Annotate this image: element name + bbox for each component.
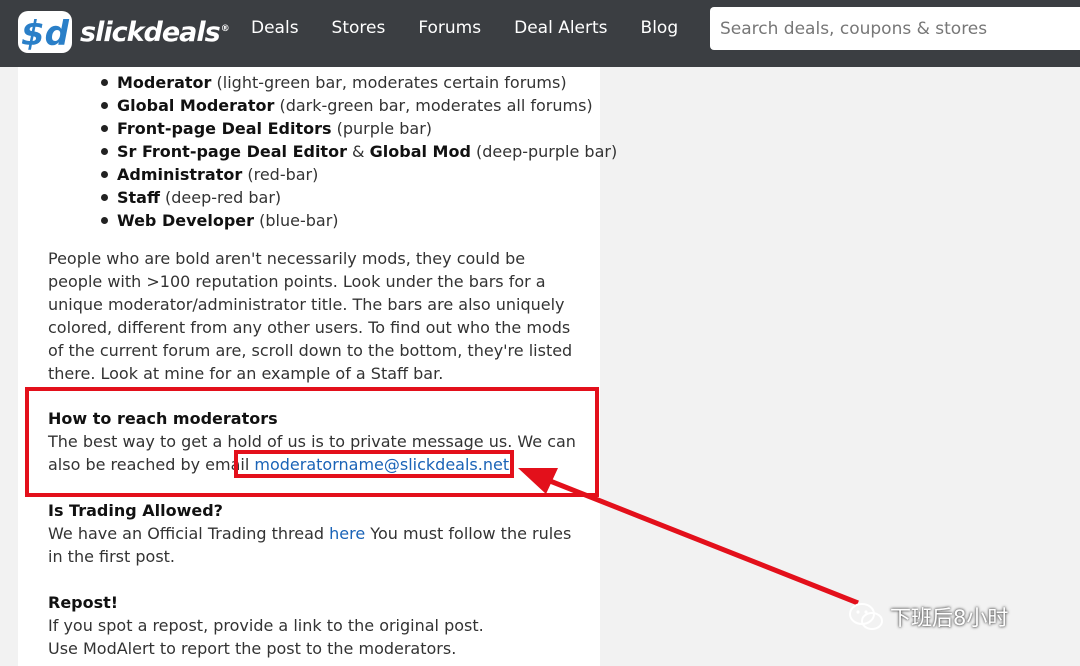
trading-thread-link[interactable]: here [329, 524, 365, 543]
role-item-web-developer: Web Developer (blue-bar) [100, 209, 617, 232]
repost-line-2: Use ModAlert to report the post to the m… [48, 639, 457, 658]
search-input[interactable]: Search deals, coupons & stores [710, 7, 1080, 50]
trading-text-before: We have an Official Trading thread [48, 524, 330, 543]
repost-section: Repost! If you spot a repost, provide a … [48, 591, 578, 660]
watermark: 下班后8小时 [848, 597, 1008, 637]
role-item-moderator: Moderator (light-green bar, moderates ce… [100, 71, 617, 94]
role-item-global-moderator: Global Moderator (dark-green bar, modera… [100, 94, 617, 117]
trading-title: Is Trading Allowed? [48, 501, 223, 520]
role-item-sr-editor: Sr Front-page Deal Editor & Global Mod (… [100, 140, 617, 163]
logo-mark-icon: $d [18, 11, 72, 54]
wechat-icon [849, 603, 883, 630]
repost-line-1: If you spot a repost, provide a link to … [48, 616, 484, 635]
role-item-staff: Staff (deep-red bar) [100, 186, 617, 209]
logo-text: slickdeals® [80, 16, 230, 48]
top-navigation-bar: $d slickdeals® Deals Stores Forums Deal … [0, 0, 1080, 67]
nav-deal-alerts[interactable]: Deal Alerts [514, 18, 607, 38]
repost-title: Repost! [48, 593, 119, 612]
main-nav: Deals Stores Forums Deal Alerts Blog [251, 0, 711, 56]
watermark-text: 下班后8小时 [890, 606, 1009, 630]
role-item-front-page-editors: Front-page Deal Editors (purple bar) [100, 117, 617, 140]
role-list: Moderator (light-green bar, moderates ce… [100, 71, 617, 232]
nav-stores[interactable]: Stores [332, 18, 386, 38]
logo-mark-text: $d [21, 14, 70, 54]
email-highlight-box [234, 450, 514, 478]
nav-forums[interactable]: Forums [418, 18, 481, 38]
nav-blog[interactable]: Blog [641, 18, 679, 38]
page-background: Moderator (light-green bar, moderates ce… [0, 67, 1080, 666]
trading-section: Is Trading Allowed? We have an Official … [48, 499, 578, 568]
reach-highlight-box [25, 387, 599, 497]
nav-deals[interactable]: Deals [251, 18, 299, 38]
slickdeals-logo[interactable]: $d slickdeals® [16, 6, 230, 58]
role-item-administrator: Administrator (red-bar) [100, 163, 617, 186]
bold-users-paragraph: People who are bold aren't necessarily m… [48, 249, 573, 383]
